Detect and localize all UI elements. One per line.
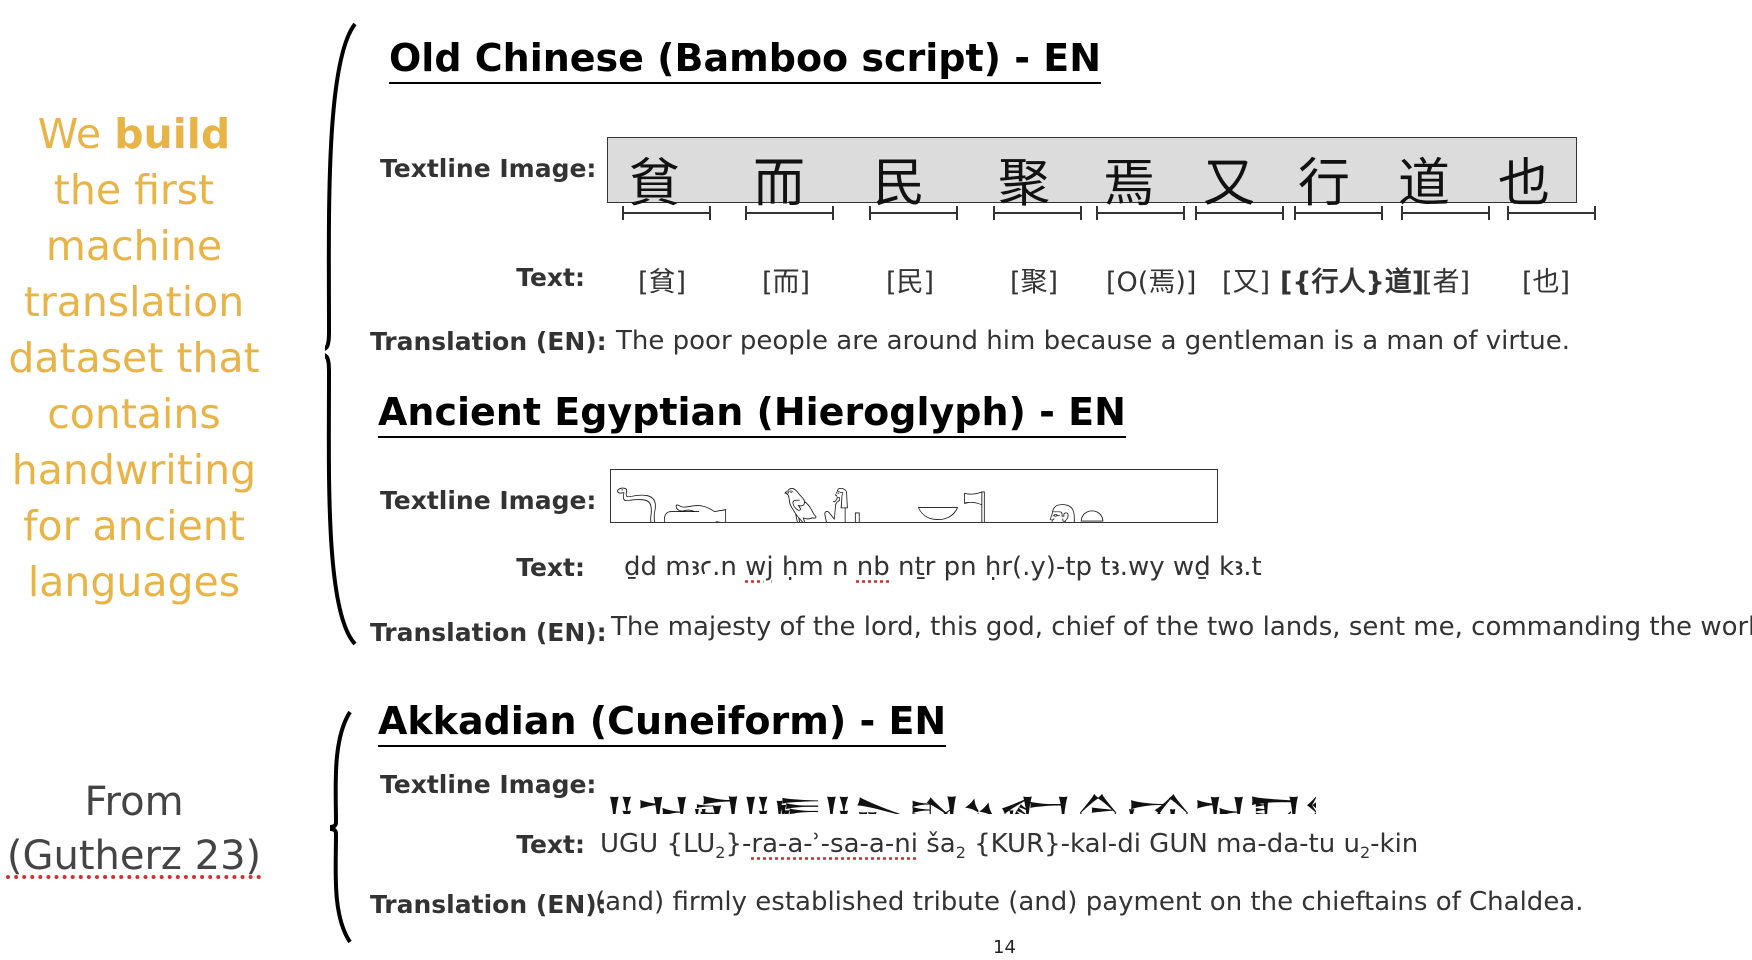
egyptian-text-label: Text: — [516, 553, 585, 582]
source-line: From — [84, 779, 184, 825]
translit-part: ša — [917, 829, 956, 859]
source-citation: From (Gutherz 23) — [0, 775, 268, 883]
chinese-text-label: Text: — [516, 263, 585, 292]
hieroglyph-sequence: 𓆓𓂧𓈖𓅱𓀭𓏤𓈖𓎟𓊹𓊃𓁶𓏏𓇾𓇾𓍿𓂋𓂓 — [615, 491, 1218, 523]
egyptian-translation: The majesty of the lord, this god, chief… — [611, 612, 1752, 642]
segment-bracket — [745, 206, 834, 220]
bamboo-glyph: 民 — [873, 154, 926, 214]
translit-part: ḏd mꜣꜥ.n — [624, 552, 746, 582]
segment-bracket — [622, 206, 711, 220]
bamboo-glyph: 焉 — [1103, 154, 1156, 214]
translit-part: ra-a-ʾ-sa-a-ni — [751, 829, 918, 859]
chinese-token: [聚] — [1010, 267, 1059, 298]
chinese-textline-image: 貧 而 民 聚 焉 又 行 道 也 — [607, 137, 1577, 214]
translit-part: wj — [745, 552, 774, 582]
bamboo-glyph: 行 — [1298, 154, 1351, 214]
bamboo-glyph: 貧 — [628, 154, 681, 214]
page-number: 14 — [993, 937, 1016, 958]
akkadian-section-title: Akkadian (Cuneiform) - EN — [378, 697, 947, 747]
segment-bracket — [1294, 206, 1383, 220]
egyptian-image-label: Textline Image: — [380, 486, 597, 515]
segment-bracket — [1401, 206, 1490, 220]
subscript: 2 — [1359, 843, 1371, 862]
chinese-token: [者] — [1422, 267, 1471, 298]
chinese-token: [{行人}道] — [1280, 267, 1425, 298]
chinese-token: [也] — [1522, 267, 1571, 298]
claim-bold: build — [114, 110, 231, 158]
egyptian-transliteration: ḏd mꜣꜥ.n wj ḥm n nb nṯr pn ḥr(.y)-tp tꜣ.… — [624, 552, 1262, 582]
translit-part: UGU {LU — [600, 829, 716, 859]
translit-part: }- — [725, 829, 752, 859]
egyptian-translation-label: Translation (EN): — [370, 618, 607, 647]
translit-part: -kin — [1370, 829, 1419, 859]
chinese-token: [民] — [886, 267, 935, 298]
translit-part: nb — [856, 552, 890, 582]
citation-link[interactable]: (Gutherz 23) — [0, 829, 268, 883]
bamboo-glyph: 道 — [1398, 154, 1451, 214]
akkadian-translation-label: Translation (EN): — [370, 890, 607, 919]
claim-pre: We — [37, 110, 115, 158]
chinese-translation: The poor people are around him because a… — [616, 326, 1570, 356]
segment-bracket — [1195, 206, 1284, 220]
chinese-translation-label: Translation (EN): — [370, 327, 607, 356]
cuneiform-sequence: 𒀀𒈠𒊏𒀀𒊓𒀀𒉌𒊭𒆳𒅗𒁲𒄘𒈠𒁕𒌅𒆤 — [606, 790, 1316, 814]
chinese-token: [而] — [762, 267, 811, 298]
bottom-curly-brace — [330, 710, 352, 944]
translit-part: ḥm n — [773, 552, 857, 582]
segment-bracket — [993, 206, 1082, 220]
segment-bracket — [1096, 206, 1185, 220]
akkadian-textline-image: 𒀀𒈠𒊏𒀀𒊓𒀀𒉌𒊭𒆳𒅗𒁲𒄘𒈠𒁕𒌅𒆤 — [606, 768, 1316, 814]
bamboo-glyph: 又 — [1203, 154, 1256, 214]
chinese-token: [貧] — [638, 267, 687, 298]
subscript: 2 — [955, 843, 966, 862]
chinese-section-title: Old Chinese (Bamboo script) - EN — [389, 34, 1102, 84]
akkadian-text-label: Text: — [516, 830, 585, 859]
bamboo-glyph: 而 — [753, 154, 806, 214]
chinese-token: [又] — [1222, 267, 1271, 298]
translit-part: nṯr pn ḥr(.y)-tp tꜣ.wy wḏ kꜣ.t — [889, 552, 1262, 582]
akkadian-transliteration: UGU {LU2}-ra-a-ʾ-sa-a-ni ša2 {KUR}-kal-d… — [600, 829, 1418, 862]
translit-part: {KUR}-kal-di GUN ma-da-tu u — [965, 829, 1360, 859]
akkadian-translation: (and) firmly established tribute (and) p… — [595, 887, 1584, 917]
bamboo-glyph: 聚 — [998, 154, 1051, 214]
egyptian-textline-image: 𓆓𓂧𓈖𓅱𓀭𓏤𓈖𓎟𓊹𓊃𓁶𓏏𓇾𓇾𓍿𓂋𓂓 — [610, 469, 1218, 523]
segment-bracket — [869, 206, 958, 220]
bamboo-glyph: 也 — [1498, 154, 1551, 214]
subscript: 2 — [715, 843, 726, 862]
egyptian-section-title: Ancient Egyptian (Hieroglyph) - EN — [378, 388, 1126, 438]
segment-bracket — [1507, 206, 1596, 220]
chinese-token: [O(焉)] — [1106, 267, 1197, 298]
akkadian-image-label: Textline Image: — [380, 770, 597, 799]
chinese-image-label: Textline Image: — [380, 154, 597, 183]
dataset-claim: We build the first machine translation d… — [0, 106, 268, 610]
claim-post: the first machine translation dataset th… — [8, 166, 260, 606]
top-curly-brace — [325, 22, 357, 646]
